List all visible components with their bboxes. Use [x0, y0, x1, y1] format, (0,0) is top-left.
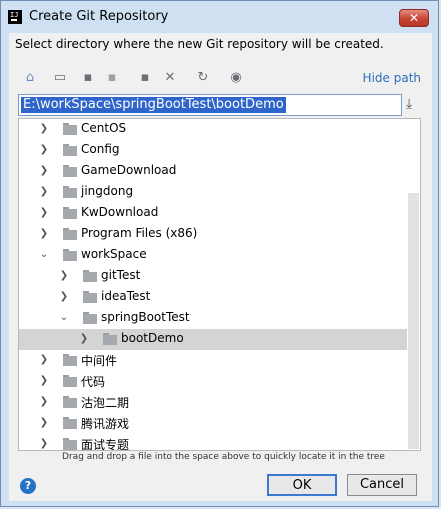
tree-row[interactable]: ❯ CentOS [19, 119, 407, 140]
folder-icon [63, 417, 77, 429]
desktop-icon[interactable]: ▭ [52, 70, 68, 86]
chevron-right-icon[interactable]: ❯ [39, 396, 49, 408]
tree-row[interactable]: ❯ 代码 [19, 371, 407, 392]
tree-row-label: 中间件 [81, 354, 118, 368]
dialog-title: Create Git Repository [29, 9, 169, 24]
tree-row-label: workSpace [81, 247, 147, 261]
chevron-right-icon[interactable]: ❯ [39, 375, 49, 387]
tree-row-label: 沽泡二期 [81, 396, 130, 410]
description-text: Select directory where the new Git repos… [15, 37, 384, 51]
tree-row[interactable]: ❯ ideaTest [19, 287, 407, 308]
hide-path-link[interactable]: Hide path [363, 71, 421, 85]
folder-icon [63, 396, 77, 408]
chevron-right-icon[interactable]: ❯ [39, 144, 49, 156]
help-button[interactable]: ? [20, 478, 36, 494]
folder-icon [63, 249, 77, 261]
folder-icon [63, 123, 77, 135]
tree-row[interactable]: ❯ 沽泡二期 [19, 392, 407, 413]
refresh-icon[interactable]: ↻ [195, 70, 211, 86]
tree-row-label: ideaTest [101, 289, 151, 303]
tree-row-label: 代码 [81, 375, 106, 389]
folder-icon [63, 228, 77, 240]
tree-scrollbar-thumb[interactable] [408, 193, 419, 449]
tree-row-label: GameDownload [81, 163, 177, 177]
tree-row-label: 面试专题 [81, 438, 130, 451]
ok-button[interactable]: OK [267, 474, 337, 496]
tree-row[interactable]: ❯ KwDownload [19, 203, 407, 224]
folder-icon [63, 144, 77, 156]
tree-row[interactable]: ❯ 中间件 [19, 350, 407, 371]
tree-row[interactable]: ❯ 腾讯游戏 [19, 413, 407, 434]
module-icon[interactable]: ▪ [104, 70, 120, 86]
download-icon[interactable]: ⤓ [406, 96, 418, 112]
chevron-right-icon[interactable]: ❯ [39, 417, 49, 429]
tree-row-label: CentOS [81, 121, 127, 135]
new-folder-icon[interactable]: ▪ [137, 70, 153, 86]
tree-row-label: Config [81, 142, 120, 156]
tree-row-label: bootDemo [121, 331, 184, 345]
chevron-down-icon[interactable]: ⌄ [39, 249, 49, 261]
home-icon[interactable]: ⌂ [22, 70, 38, 86]
folder-icon [103, 333, 117, 345]
tree-row-label: KwDownload [81, 205, 159, 219]
project-icon[interactable]: ▪ [80, 70, 96, 86]
chevron-right-icon[interactable]: ❯ [39, 354, 49, 366]
tree-row-label: springBootTest [101, 310, 190, 324]
file-chooser-toolbar: ⌂ ▭ ▪ ▪ ▪ ✕ ↻ ◉ Hide path [18, 68, 421, 90]
show-hidden-icon[interactable]: ◉ [228, 70, 244, 86]
chevron-right-icon[interactable]: ❯ [39, 228, 49, 240]
tree-row-label: 腾讯游戏 [81, 417, 130, 431]
tree-row[interactable]: ⌄ workSpace [19, 245, 407, 266]
chevron-right-icon[interactable]: ❯ [39, 165, 49, 177]
chevron-right-icon[interactable]: ❯ [79, 333, 89, 345]
folder-icon [63, 375, 77, 387]
tree-row[interactable]: ⌄ springBootTest [19, 308, 407, 329]
path-input[interactable]: E:\workSpace\springBootTest\bootDemo [18, 94, 402, 116]
tree-row[interactable]: ❯ Program Files (x86) [19, 224, 407, 245]
folder-icon [83, 312, 97, 324]
folder-icon [63, 354, 77, 366]
drag-drop-hint: Drag and drop a file into the space abov… [62, 452, 385, 462]
tree-row-label: gitTest [101, 268, 141, 282]
delete-icon[interactable]: ✕ [162, 70, 178, 86]
close-button[interactable]: ✕ [399, 9, 429, 27]
intellij-icon: IJ [8, 10, 22, 24]
tree-row-label: jingdong [81, 184, 134, 198]
tree-row-label: Program Files (x86) [81, 226, 198, 240]
chevron-right-icon[interactable]: ❯ [39, 186, 49, 198]
chevron-down-icon[interactable]: ⌄ [59, 312, 69, 324]
title-bar[interactable]: IJ Create Git Repository ✕ [1, 1, 438, 33]
folder-icon [63, 207, 77, 219]
folder-icon [63, 165, 77, 177]
chevron-right-icon[interactable]: ❯ [39, 207, 49, 219]
chevron-right-icon[interactable]: ❯ [39, 123, 49, 135]
tree-row-selected[interactable]: ❯ bootDemo [19, 329, 407, 350]
tree-row[interactable]: ❯ gitTest [19, 266, 407, 287]
chevron-right-icon[interactable]: ❯ [59, 270, 69, 282]
path-input-value: E:\workSpace\springBootTest\bootDemo [21, 97, 286, 113]
folder-icon [63, 186, 77, 198]
tree-row[interactable]: ❯ GameDownload [19, 161, 407, 182]
chevron-right-icon[interactable]: ❯ [39, 438, 49, 450]
tree-row[interactable]: ❯ Config [19, 140, 407, 161]
folder-icon [63, 438, 77, 450]
tree-row[interactable]: ❯ jingdong [19, 182, 407, 203]
tree-row[interactable]: ❯ 面试专题 [19, 434, 407, 451]
folder-icon [83, 291, 97, 303]
directory-tree[interactable]: ❯ CentOS ❯ Config ❯ GameDownload ❯ jingd… [18, 118, 421, 451]
cancel-button[interactable]: Cancel [347, 474, 417, 496]
folder-icon [83, 270, 97, 282]
chevron-right-icon[interactable]: ❯ [59, 291, 69, 303]
